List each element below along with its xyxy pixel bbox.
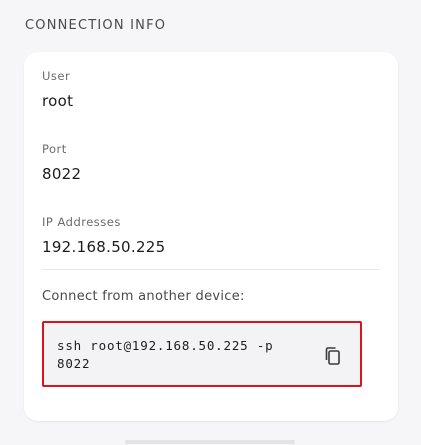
divider — [42, 269, 380, 270]
user-value[interactable]: root — [42, 92, 380, 110]
copy-icon[interactable] — [324, 346, 342, 366]
ssh-command-box[interactable]: ssh root@192.168.50.225 -p 8022 — [42, 321, 362, 387]
port-field: Port 8022 — [42, 142, 380, 183]
user-label: User — [42, 69, 71, 83]
connect-label: Connect from another device: — [42, 289, 245, 304]
bottom-edge-bar — [125, 440, 295, 444]
user-field: User root — [42, 69, 380, 110]
ip-field: IP Addresses 192.168.50.225 — [42, 215, 380, 256]
copy-icon-svg — [325, 347, 340, 365]
port-value[interactable]: 8022 — [42, 165, 380, 183]
ssh-command-text[interactable]: ssh root@192.168.50.225 -p 8022 — [57, 337, 312, 373]
port-label: Port — [42, 142, 67, 156]
section-title: CONNECTION INFO — [25, 18, 167, 33]
ip-value[interactable]: 192.168.50.225 — [42, 238, 380, 256]
connection-info-card: User root Port 8022 IP Addresses 192.168… — [24, 52, 398, 421]
ip-label: IP Addresses — [42, 215, 121, 229]
